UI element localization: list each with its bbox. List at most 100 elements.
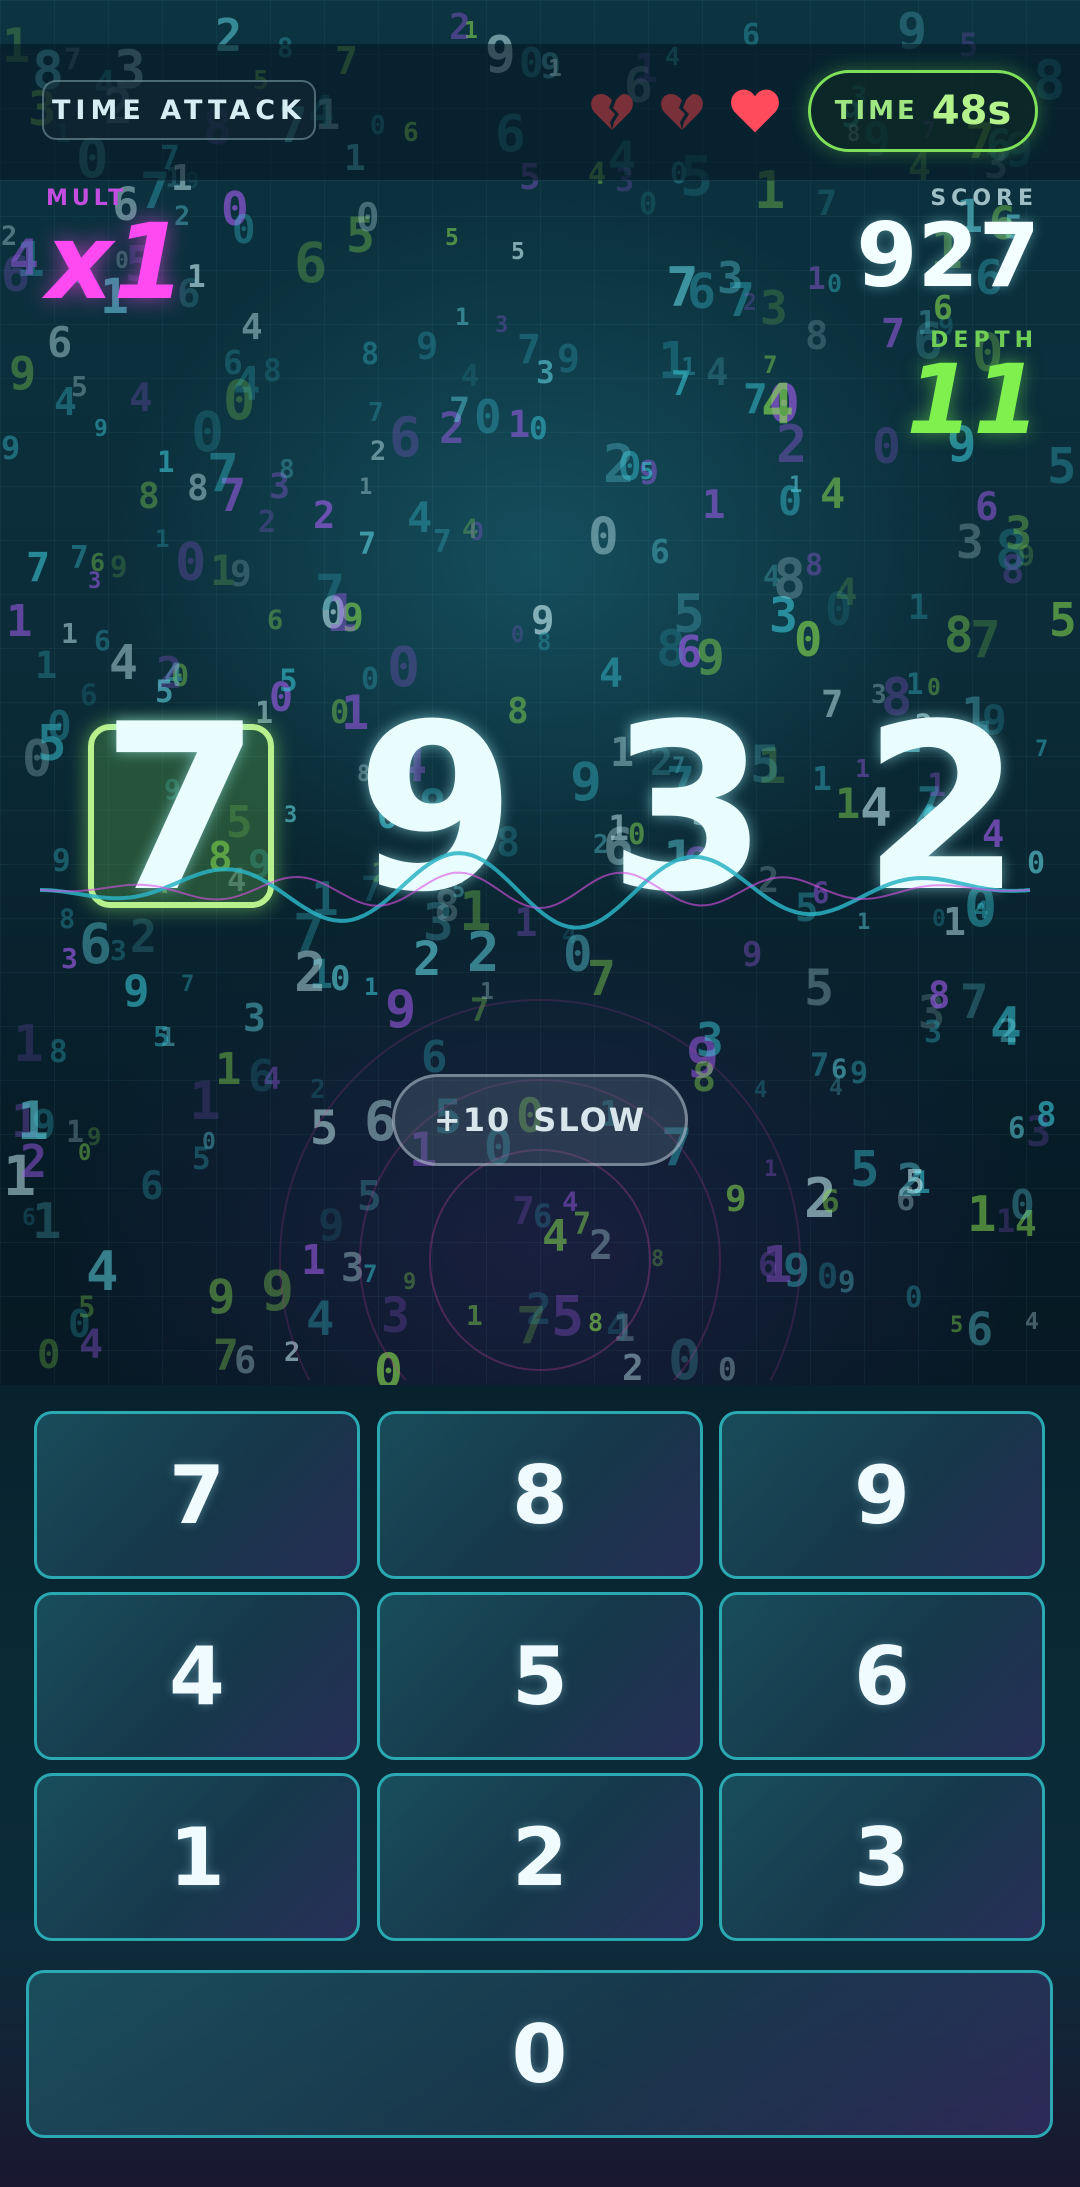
rain-digit: 0 — [529, 411, 548, 447]
rain-digit: 0 — [639, 187, 658, 222]
rain-digit: 5 — [279, 663, 298, 699]
rain-digit: 0 — [175, 533, 207, 593]
number-keypad: 7 8 9 4 5 6 1 2 3 0 — [0, 1385, 1080, 2187]
rain-digit: 4 — [835, 571, 858, 614]
key-4[interactable]: 4 — [34, 1592, 360, 1760]
rain-digit: 0 — [588, 508, 619, 567]
rain-digit: 1 — [61, 617, 78, 650]
rain-digit: 9 — [9, 347, 37, 400]
rain-digit: 3 — [88, 569, 102, 594]
rain-digit: 6 — [94, 624, 111, 657]
rain-digit: 6 — [650, 532, 670, 571]
rain-digit: 9 — [416, 325, 439, 368]
rain-digit: 6 — [389, 406, 422, 469]
rain-digit: 8 — [138, 476, 160, 517]
rain-digit: 2 — [449, 7, 471, 48]
key-9[interactable]: 9 — [719, 1411, 1045, 1579]
rain-digit: 1 — [210, 546, 236, 595]
rain-digit: 7 — [666, 256, 699, 319]
rain-digit: 1 — [658, 332, 689, 391]
key-7[interactable]: 7 — [34, 1411, 360, 1579]
rain-digit: 1 — [6, 596, 33, 647]
rain-digit: 8 — [263, 353, 282, 389]
key-6[interactable]: 6 — [719, 1592, 1045, 1760]
rain-digit: 2 — [370, 436, 387, 467]
rain-digit: 3 — [495, 313, 509, 338]
game-screen: 4065165064942720486042607041474706928039… — [0, 0, 1080, 2187]
rain-digit: 9 — [1018, 539, 1035, 572]
rain-digit: 8 — [944, 607, 974, 664]
rain-digit: 6 — [975, 485, 999, 530]
rain-digit: 1 — [157, 445, 175, 479]
key-1[interactable]: 1 — [34, 1773, 360, 1941]
multiplier-value: x1 — [46, 201, 186, 323]
rain-digit: 9 — [94, 416, 108, 442]
key-3[interactable]: 3 — [719, 1773, 1045, 1941]
rain-digit: 7 — [358, 527, 377, 562]
rain-digit: 0 — [511, 623, 525, 648]
rain-digit: 1 — [908, 588, 930, 628]
rain-digit: 5 — [511, 239, 525, 265]
rain-digit: 3 — [717, 253, 744, 304]
rain-digit: 5 — [640, 459, 654, 485]
rain-digit: 4 — [129, 376, 153, 421]
rain-digit: 7 — [207, 443, 239, 504]
rain-digit: 6 — [267, 605, 284, 636]
rain-digit: 8 — [361, 337, 380, 372]
rain-digit: 5 — [71, 370, 88, 403]
rain-digit: 7 — [970, 611, 1001, 670]
rain-digit: 7 — [881, 311, 906, 357]
rain-digit: 9 — [1, 429, 21, 467]
rain-digit: 8 — [279, 455, 295, 485]
rain-digit: 2 — [603, 434, 635, 495]
rain-digit: 2 — [258, 505, 277, 540]
rain-digit: 7 — [26, 545, 51, 591]
rain-digit: 0 — [872, 419, 901, 475]
rain-digit: 0 — [827, 269, 843, 298]
rain-digit: 8 — [805, 548, 824, 583]
rain-digit: 5 — [1047, 438, 1077, 495]
rain-digit: 2 — [743, 290, 757, 316]
rain-digit: 5 — [1049, 593, 1077, 647]
rain-digit: 4 — [241, 307, 263, 348]
rain-digit: 0 — [356, 196, 380, 241]
rain-digit: 8 — [537, 628, 552, 656]
rain-digit: 4 — [461, 359, 480, 394]
rain-digit: 3 — [760, 281, 788, 335]
key-5[interactable]: 5 — [377, 1592, 703, 1760]
slow-powerup-button[interactable]: +10 SLOW — [392, 1074, 688, 1166]
rain-digit: 4 — [820, 469, 846, 518]
key-8[interactable]: 8 — [377, 1411, 703, 1579]
rain-digit: 4 — [706, 351, 729, 394]
powerup-label: SLOW — [533, 1101, 647, 1139]
rain-digit: 8 — [656, 620, 687, 678]
rain-digit: 9 — [110, 550, 128, 584]
rain-digit: 3 — [536, 355, 555, 391]
timer-value: 48s — [931, 88, 1012, 134]
depth-value: 11 — [906, 344, 1040, 456]
rain-digit: 6 — [1, 247, 30, 303]
rain-digit: 6 — [294, 231, 328, 295]
rain-digit: 8 — [773, 547, 807, 611]
rain-digit: 1 — [702, 483, 726, 528]
key-0[interactable]: 0 — [26, 1970, 1053, 2138]
rain-digit: 1 — [155, 525, 170, 553]
rain-digit: 1 — [359, 475, 373, 500]
rain-digit: 6 — [223, 343, 243, 382]
mode-badge: TIME ATTACK — [42, 80, 316, 140]
rain-digit: 7 — [368, 398, 384, 428]
rain-digit: 0 — [474, 390, 502, 444]
rain-digit: 0 — [794, 613, 823, 668]
rain-digit: 8 — [187, 468, 209, 509]
rain-digit: 1 — [807, 261, 826, 297]
signal-waveform — [39, 851, 1031, 930]
key-2[interactable]: 2 — [377, 1773, 703, 1941]
powerup-cost: +10 — [433, 1101, 512, 1139]
rain-digit: 7 — [449, 391, 471, 431]
timer-label: TIME — [834, 96, 918, 126]
rain-digit: 4 — [462, 514, 479, 545]
rain-digit: 1 — [35, 644, 58, 687]
rain-digit: 9 — [557, 337, 580, 381]
sonar-rings — [279, 999, 801, 1380]
rain-digit: 7 — [70, 540, 89, 576]
